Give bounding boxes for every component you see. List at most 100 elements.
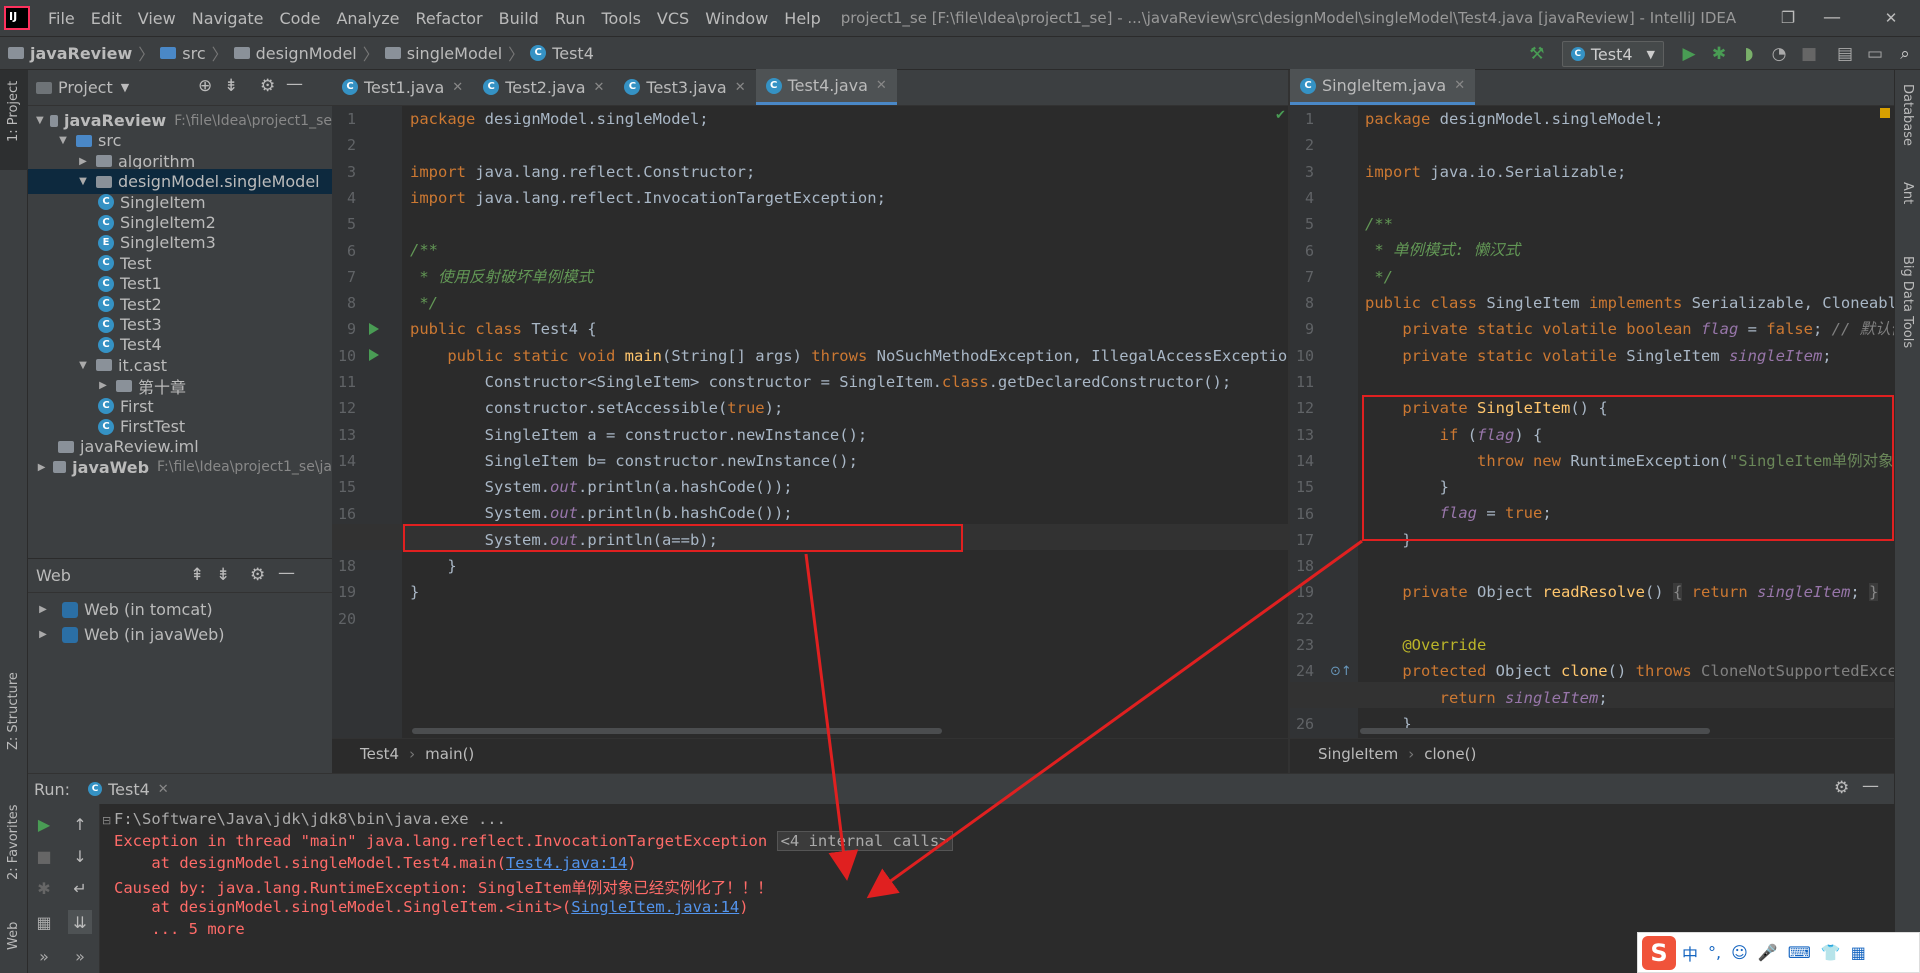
minimize-button[interactable]: — [1802, 0, 1862, 36]
tab-test3[interactable]: C Test3.java ✕ [614, 69, 755, 105]
hide-icon[interactable]: — [1862, 776, 1879, 796]
scroll-to-end-icon[interactable]: ⇊ [68, 910, 92, 934]
expand-arrow-icon[interactable]: ▶ [36, 604, 50, 615]
build-hammer-icon[interactable]: ⚒ [1522, 39, 1552, 69]
layout-icon[interactable]: ▦ [32, 910, 56, 934]
close-tab-icon[interactable]: ✕ [876, 78, 887, 93]
locate-icon[interactable]: ⊕ [198, 76, 212, 96]
tab-singleitem[interactable]: C SingleItem.java ✕ [1290, 69, 1476, 105]
up-arrow-icon[interactable]: ↑ [68, 812, 92, 836]
breadcrumb-class[interactable]: Test4 [360, 745, 399, 763]
profile-icon[interactable]: ◔ [1764, 39, 1794, 69]
collapsed-arrow-icon[interactable]: ▶ [96, 380, 110, 391]
emoji-icon[interactable]: ☺ [1731, 943, 1748, 962]
run-main-icon[interactable] [369, 349, 379, 361]
close-tab-icon[interactable]: ✕ [158, 782, 169, 797]
breadcrumb-method[interactable]: clone() [1424, 745, 1476, 763]
menu-run[interactable]: Run [547, 9, 594, 28]
override-gutter-icon[interactable]: ⊙↑ [1330, 664, 1352, 679]
crumb-test4[interactable]: Test4 [552, 44, 594, 63]
expand-all-icon[interactable]: ⇞ [190, 565, 204, 585]
web-item-javaweb[interactable]: ▶ Web (in javaWeb) [28, 622, 332, 647]
collapsed-arrow-icon[interactable]: ▶ [36, 462, 47, 473]
maximize-button[interactable]: ❐ [1772, 0, 1804, 36]
punctuation-icon[interactable]: °, [1708, 943, 1721, 962]
favorites-tool-label[interactable]: 2: Favorites [6, 804, 21, 880]
menu-window[interactable]: Window [697, 9, 776, 28]
project-panel-title[interactable]: Project [58, 78, 113, 97]
layout-icon[interactable]: ▭ [1860, 39, 1890, 69]
close-tab-icon[interactable]: ✕ [735, 80, 746, 95]
tree-item[interactable]: ▶ javaWeb F:\file\Idea\project1_se\ja [28, 455, 332, 480]
skin-icon[interactable]: 👕 [1821, 943, 1841, 962]
structure-tool-label[interactable]: Z: Structure [6, 672, 21, 750]
breadcrumb-class[interactable]: SingleItem [1318, 745, 1398, 763]
run-icon[interactable]: ▶ [1674, 39, 1704, 69]
close-tab-icon[interactable]: ✕ [452, 80, 463, 95]
sogou-logo-icon[interactable]: S [1642, 935, 1676, 970]
menu-help[interactable]: Help [776, 9, 828, 28]
soft-wrap-icon[interactable]: ↵ [68, 876, 92, 900]
gear-icon[interactable]: ⚙ [250, 565, 265, 585]
expanded-arrow-icon[interactable]: ▼ [56, 135, 70, 146]
close-tab-icon[interactable]: ✕ [1454, 78, 1465, 93]
toolbox-icon[interactable]: ▦ [1851, 943, 1866, 962]
tab-test1[interactable]: C Test1.java ✕ [332, 69, 473, 105]
project-tool-tab[interactable]: 1: Project [0, 70, 28, 170]
stop-icon[interactable]: ■ [1794, 39, 1824, 69]
menu-vcs[interactable]: VCS [649, 9, 697, 28]
crumb-singleModel[interactable]: singleModel [407, 44, 502, 63]
internal-calls-fold[interactable]: <4 internal calls> [776, 831, 953, 851]
project-structure-icon[interactable]: ▤ [1830, 39, 1860, 69]
more-icon[interactable]: » [68, 944, 92, 968]
horizontal-scrollbar[interactable] [1360, 728, 1890, 736]
fold-icon[interactable]: ⊟ [102, 814, 111, 827]
crumb-src[interactable]: src [182, 44, 205, 63]
coverage-icon[interactable]: ◗ [1734, 39, 1764, 69]
menu-analyze[interactable]: Analyze [328, 9, 407, 28]
keyboard-icon[interactable]: ⌨ [1788, 943, 1811, 962]
expanded-arrow-icon[interactable]: ▼ [76, 176, 90, 187]
web-item-tomcat[interactable]: ▶ Web (in tomcat) [28, 597, 332, 622]
crumb-designModel[interactable]: designModel [256, 44, 357, 63]
gear-icon[interactable]: ⚙ [260, 76, 275, 96]
stack-link-singleitem[interactable]: SingleItem.java:14 [571, 898, 739, 916]
horizontal-scrollbar[interactable] [412, 728, 1282, 736]
collapse-all-icon[interactable]: ⇟ [224, 76, 238, 96]
menu-tools[interactable]: Tools [594, 9, 649, 28]
database-tool-label[interactable]: Database [1900, 84, 1915, 146]
close-button[interactable]: ✕ [1862, 0, 1920, 36]
run-class-icon[interactable] [369, 323, 379, 335]
microphone-icon[interactable]: 🎤 [1758, 943, 1778, 962]
tab-test4[interactable]: C Test4.java ✕ [755, 69, 897, 105]
stop-icon[interactable]: ■ [32, 844, 56, 868]
down-arrow-icon[interactable]: ↓ [68, 844, 92, 868]
ime-mode[interactable]: 中 [1682, 941, 1698, 965]
breadcrumb-method[interactable]: main() [425, 745, 474, 763]
menu-file[interactable]: File [40, 9, 83, 28]
collapse-all-icon[interactable]: ⇟ [216, 565, 230, 585]
expanded-arrow-icon[interactable]: ▼ [36, 115, 44, 126]
chevron-down-icon[interactable]: ▼ [121, 81, 129, 94]
hide-icon[interactable]: — [286, 74, 303, 94]
debug-icon[interactable]: ✱ [32, 876, 56, 900]
menu-build[interactable]: Build [491, 9, 547, 28]
stack-link-test4[interactable]: Test4.java:14 [506, 854, 627, 872]
hide-icon[interactable]: — [278, 563, 295, 583]
left-code-editor[interactable]: 1234567891011121314151617181920 ✔ packag… [332, 106, 1288, 738]
search-icon[interactable]: ⌕ [1890, 39, 1920, 69]
close-tab-icon[interactable]: ✕ [594, 80, 605, 95]
expand-arrow-icon[interactable]: ▶ [36, 629, 50, 640]
crumb-javaReview[interactable]: javaReview [30, 44, 132, 63]
more-icon[interactable]: » [32, 944, 56, 968]
rerun-icon[interactable]: ▶ [32, 812, 56, 836]
ant-tool-label[interactable]: Ant [1900, 182, 1915, 204]
collapsed-arrow-icon[interactable]: ▶ [76, 156, 90, 167]
run-config-select[interactable]: C Test4 ▼ [1561, 41, 1664, 67]
menu-view[interactable]: View [130, 9, 184, 28]
expanded-arrow-icon[interactable]: ▼ [76, 360, 90, 371]
web-tool-label[interactable]: Web [6, 922, 21, 950]
gear-icon[interactable]: ⚙ [1834, 778, 1849, 798]
debug-bug-icon[interactable]: ✱ [1704, 39, 1734, 69]
menu-refactor[interactable]: Refactor [408, 9, 491, 28]
